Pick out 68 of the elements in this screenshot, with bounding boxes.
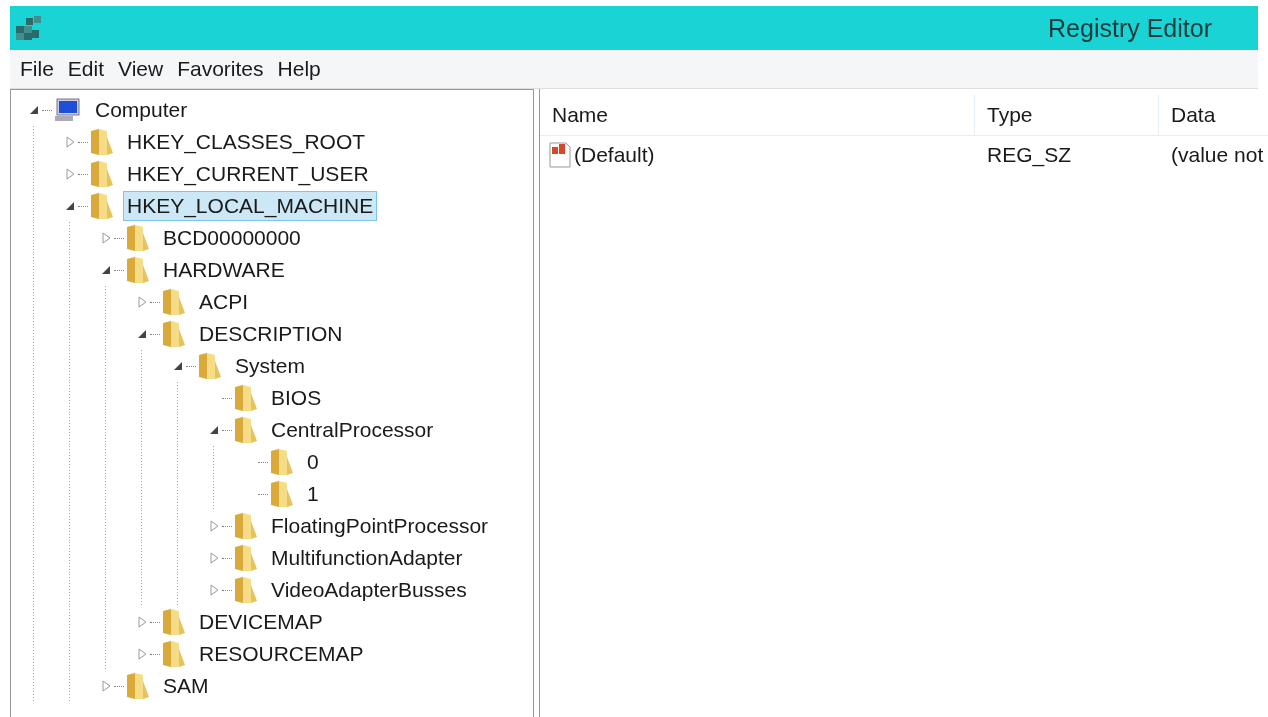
folder-icon: [269, 479, 295, 509]
folder-icon: [89, 127, 115, 157]
folder-icon: [161, 607, 187, 637]
tree-item[interactable]: System: [231, 351, 309, 381]
value-name[interactable]: (Default): [574, 143, 655, 167]
cubes-icon: [14, 14, 44, 42]
folder-icon: [125, 671, 151, 701]
folder-icon: [233, 543, 259, 573]
tree-item[interactable]: VideoAdapterBusses: [267, 575, 471, 605]
tree-item[interactable]: HKEY_LOCAL_MACHINE: [123, 191, 378, 221]
tree-item[interactable]: RESOURCEMAP: [195, 639, 368, 669]
expanded-arrow-icon[interactable]: [65, 201, 75, 211]
value-type: REG_SZ: [986, 143, 1073, 167]
value-data: (value not: [1170, 143, 1265, 167]
collapsed-arrow-icon[interactable]: [137, 296, 147, 308]
collapsed-arrow-icon[interactable]: [209, 520, 219, 532]
collapsed-arrow-icon[interactable]: [101, 680, 111, 692]
folder-icon: [89, 191, 115, 221]
tree-item[interactable]: HARDWARE: [159, 255, 289, 285]
collapsed-arrow-icon[interactable]: [65, 168, 75, 180]
tree-item[interactable]: MultifunctionAdapter: [267, 543, 467, 573]
folder-icon: [233, 415, 259, 445]
folder-icon: [161, 287, 187, 317]
folder-icon: [233, 575, 259, 605]
folder-icon: [161, 639, 187, 669]
collapsed-arrow-icon[interactable]: [137, 648, 147, 660]
folder-icon: [233, 383, 259, 413]
tree-item[interactable]: HKEY_CLASSES_ROOT: [123, 127, 370, 157]
folder-icon: [125, 223, 151, 253]
folder-icon: [269, 447, 295, 477]
folder-icon: [89, 159, 115, 189]
menu-item[interactable]: Help: [277, 57, 321, 81]
tree-item[interactable]: DEVICEMAP: [195, 607, 327, 637]
menu-item[interactable]: File: [20, 57, 54, 81]
expanded-arrow-icon[interactable]: [173, 361, 183, 371]
menu-item[interactable]: View: [118, 57, 164, 81]
collapsed-arrow-icon[interactable]: [65, 136, 75, 148]
tree-item[interactable]: FloatingPointProcessor: [267, 511, 493, 541]
column-header[interactable]: Data: [1159, 95, 1268, 135]
tree-item[interactable]: DESCRIPTION: [195, 319, 347, 349]
folder-icon: [233, 511, 259, 541]
menu-item[interactable]: Edit: [67, 57, 105, 81]
collapsed-arrow-icon[interactable]: [209, 552, 219, 564]
window-title: Registry Editor: [1048, 13, 1212, 43]
tree-item[interactable]: CentralProcessor: [267, 415, 438, 445]
collapsed-arrow-icon[interactable]: [209, 584, 219, 596]
tree-item[interactable]: BCD00000000: [159, 223, 305, 253]
tree-item[interactable]: Computer: [91, 95, 192, 125]
column-header[interactable]: Name: [540, 95, 975, 135]
tree-item[interactable]: HKEY_CURRENT_USER: [123, 159, 373, 189]
folder-icon: [161, 319, 187, 349]
menu-item[interactable]: Favorites: [177, 57, 264, 81]
expanded-arrow-icon[interactable]: [29, 105, 39, 115]
expanded-arrow-icon[interactable]: [209, 425, 219, 435]
tree-item[interactable]: 1: [303, 479, 323, 509]
tree-item[interactable]: SAM: [159, 671, 213, 701]
expanded-arrow-icon[interactable]: [101, 265, 111, 275]
string-value-icon: [548, 141, 572, 169]
tree-item[interactable]: BIOS: [267, 383, 326, 413]
collapsed-arrow-icon[interactable]: [137, 616, 147, 628]
collapsed-arrow-icon[interactable]: [101, 232, 111, 244]
tree-item[interactable]: ACPI: [195, 287, 252, 317]
expanded-arrow-icon[interactable]: [137, 329, 147, 339]
column-header[interactable]: Type: [975, 95, 1159, 135]
folder-icon: [125, 255, 151, 285]
tree-item[interactable]: 0: [303, 447, 323, 477]
computer-icon: [53, 97, 83, 123]
folder-icon: [197, 351, 223, 381]
